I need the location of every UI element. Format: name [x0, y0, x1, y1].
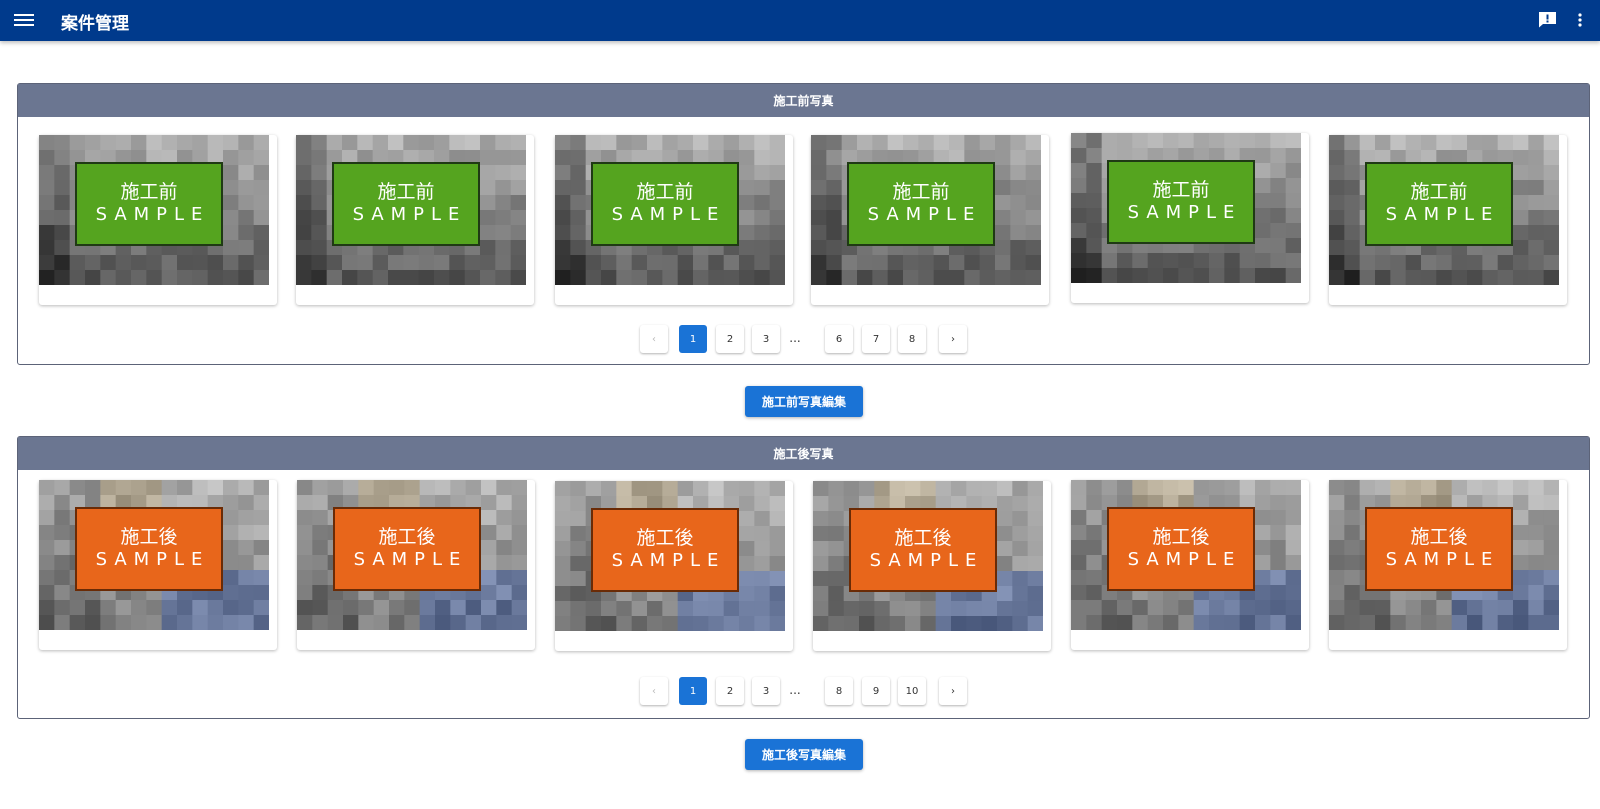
pagination: ‹ 1 2 3 ... 6 7 8 ›	[18, 325, 1589, 353]
sample-label: 施工後 SAMPLE	[849, 508, 997, 592]
photo-thumbnail: 施工前 SAMPLE	[1329, 135, 1559, 285]
photo-thumbnail: 施工後 SAMPLE	[555, 481, 785, 631]
next-page-button[interactable]: ›	[939, 325, 967, 353]
app-title: 案件管理	[61, 14, 129, 34]
photo-thumbnail: 施工後 SAMPLE	[813, 481, 1043, 631]
page-button-1[interactable]: 1	[679, 325, 707, 353]
app-bar: 案件管理	[0, 0, 1600, 41]
photo-card[interactable]: 施工後 SAMPLE	[555, 481, 793, 651]
page-button-2[interactable]: 2	[716, 677, 744, 705]
sample-label: 施工前 SAMPLE	[591, 162, 739, 246]
edit-before-photos-button[interactable]: 施工前写真編集	[745, 386, 863, 417]
menu-icon[interactable]	[14, 11, 34, 29]
page-ellipsis: ...	[789, 683, 801, 697]
sample-label: 施工後 SAMPLE	[333, 507, 481, 591]
after-photos-section: 施工後写真 施工後 SAMPLE 施工後 SAMPLE 施工後 SAMPLE 施工後 S…	[17, 436, 1590, 719]
page-button-3[interactable]: 3	[752, 677, 780, 705]
page-ellipsis: ...	[789, 331, 801, 345]
page-button-8[interactable]: 8	[825, 677, 853, 705]
photo-thumbnail: 施工前 SAMPLE	[1071, 133, 1301, 283]
page-button-7[interactable]: 7	[862, 325, 890, 353]
page-button-8[interactable]: 8	[898, 325, 926, 353]
photo-card[interactable]: 施工前 SAMPLE	[1329, 135, 1567, 305]
edit-after-photos-button[interactable]: 施工後写真編集	[745, 739, 863, 770]
page-button-2[interactable]: 2	[716, 325, 744, 353]
photo-thumbnail: 施工後 SAMPLE	[1071, 480, 1301, 630]
sample-label: 施工前 SAMPLE	[1365, 162, 1513, 246]
sample-label: 施工前 SAMPLE	[847, 162, 995, 246]
photo-card[interactable]: 施工後 SAMPLE	[39, 480, 277, 650]
section-header: 施工後写真	[18, 437, 1589, 470]
sample-label: 施工後 SAMPLE	[75, 507, 223, 591]
photo-thumbnail: 施工後 SAMPLE	[1329, 480, 1559, 630]
photo-card[interactable]: 施工後 SAMPLE	[297, 480, 535, 650]
photo-thumbnail: 施工前 SAMPLE	[296, 135, 526, 285]
photo-card[interactable]: 施工前 SAMPLE	[39, 135, 277, 305]
photo-card[interactable]: 施工前 SAMPLE	[1071, 133, 1309, 303]
photo-thumbnail: 施工後 SAMPLE	[297, 480, 527, 630]
page-button-10[interactable]: 10	[898, 677, 926, 705]
page-button-6[interactable]: 6	[825, 325, 853, 353]
photo-card[interactable]: 施工後 SAMPLE	[813, 481, 1051, 651]
page-button-9[interactable]: 9	[862, 677, 890, 705]
photo-card[interactable]: 施工後 SAMPLE	[1329, 480, 1567, 650]
photo-thumbnail: 施工前 SAMPLE	[811, 135, 1041, 285]
next-page-button[interactable]: ›	[939, 677, 967, 705]
pagination: ‹ 1 2 3 ... 8 9 10 ›	[18, 677, 1589, 705]
sample-label: 施工後 SAMPLE	[591, 508, 739, 592]
before-photos-section: 施工前写真 施工前 SAMPLE 施工前 SAMPLE 施工前 SAMPLE 施工前 S…	[17, 83, 1590, 365]
more-vert-icon[interactable]	[1576, 11, 1584, 29]
photo-thumbnail: 施工後 SAMPLE	[39, 480, 269, 630]
photo-card[interactable]: 施工後 SAMPLE	[1071, 480, 1309, 650]
section-header: 施工前写真	[18, 84, 1589, 117]
photo-thumbnail: 施工前 SAMPLE	[39, 135, 269, 285]
prev-page-button[interactable]: ‹	[640, 677, 668, 705]
feedback-icon[interactable]	[1538, 11, 1557, 28]
photo-card[interactable]: 施工前 SAMPLE	[296, 135, 534, 305]
photo-card[interactable]: 施工前 SAMPLE	[555, 135, 793, 305]
prev-page-button[interactable]: ‹	[640, 325, 668, 353]
sample-label: 施工前 SAMPLE	[1107, 160, 1255, 244]
sample-label: 施工後 SAMPLE	[1365, 507, 1513, 591]
photo-thumbnail: 施工前 SAMPLE	[555, 135, 785, 285]
sample-label: 施工前 SAMPLE	[332, 162, 480, 246]
photo-card[interactable]: 施工前 SAMPLE	[811, 135, 1049, 305]
sample-label: 施工後 SAMPLE	[1107, 507, 1255, 591]
page-button-1[interactable]: 1	[679, 677, 707, 705]
page-button-3[interactable]: 3	[752, 325, 780, 353]
sample-label: 施工前 SAMPLE	[75, 162, 223, 246]
